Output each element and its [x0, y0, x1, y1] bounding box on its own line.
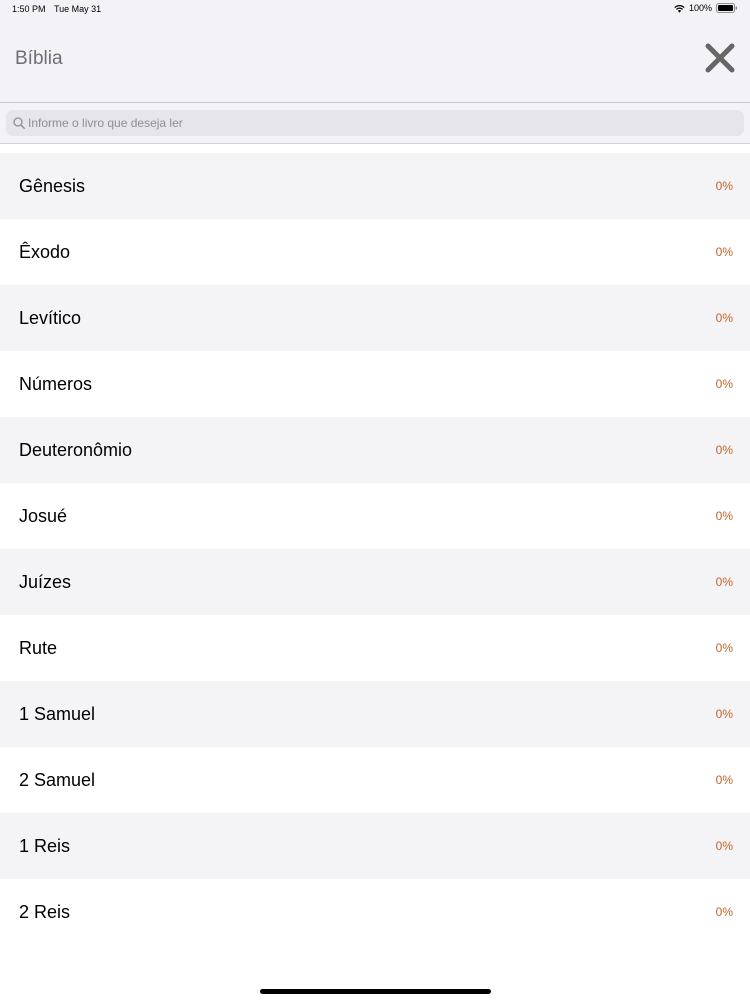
- book-row[interactable]: Levítico 0%: [0, 285, 750, 351]
- search-divider: [0, 143, 750, 144]
- book-row[interactable]: Gênesis 0%: [0, 153, 750, 219]
- book-name: Gênesis: [19, 175, 86, 196]
- book-progress: 0%: [715, 245, 733, 259]
- navigation-bar: Bíblia: [0, 18, 750, 103]
- home-indicator[interactable]: [260, 989, 491, 994]
- close-button[interactable]: [704, 42, 736, 74]
- status-indicators: 100%: [674, 3, 738, 13]
- bible-book-picker-screen: 1:50 PM Tue May 31 100% Bíblia Informe o…: [0, 0, 750, 1000]
- book-progress: 0%: [715, 509, 733, 523]
- book-name: 1 Samuel: [19, 703, 96, 724]
- book-name: Juízes: [19, 571, 72, 592]
- book-row[interactable]: Juízes 0%: [0, 549, 750, 615]
- search-field[interactable]: [6, 110, 744, 136]
- search-bar: [0, 103, 750, 143]
- book-list: Gênesis 0% Êxodo 0% Levítico 0% Números …: [0, 153, 750, 945]
- book-progress: 0%: [715, 905, 733, 919]
- book-row[interactable]: Josué 0%: [0, 483, 750, 549]
- book-progress: 0%: [715, 179, 733, 193]
- book-name: Rute: [19, 637, 58, 658]
- book-progress: 0%: [715, 641, 733, 655]
- book-progress: 0%: [715, 311, 733, 325]
- book-progress: 0%: [715, 575, 733, 589]
- book-name: Números: [19, 373, 93, 394]
- book-row[interactable]: Rute 0%: [0, 615, 750, 681]
- battery-percentage: 100%: [688, 3, 712, 13]
- book-row[interactable]: Êxodo 0%: [0, 219, 750, 285]
- wifi-icon: [674, 4, 685, 13]
- book-progress: 0%: [715, 707, 733, 721]
- search-icon: [13, 117, 25, 129]
- book-name: Êxodo: [19, 241, 71, 262]
- book-progress: 0%: [715, 773, 733, 787]
- book-progress: 0%: [715, 377, 733, 391]
- status-bar: 1:50 PM Tue May 31 100%: [0, 0, 750, 18]
- book-name: 2 Samuel: [19, 769, 96, 790]
- book-progress: 0%: [715, 839, 733, 853]
- book-name: Levítico: [19, 307, 82, 328]
- battery-icon: [716, 3, 738, 13]
- book-progress: 0%: [715, 443, 733, 457]
- book-row[interactable]: 2 Reis 0%: [0, 879, 750, 945]
- book-row[interactable]: Deuteronômio 0%: [0, 417, 750, 483]
- book-row[interactable]: 1 Reis 0%: [0, 813, 750, 879]
- book-row[interactable]: Números 0%: [0, 351, 750, 417]
- close-icon: [705, 43, 735, 73]
- book-row[interactable]: 1 Samuel 0%: [0, 681, 750, 747]
- book-row[interactable]: 2 Samuel 0%: [0, 747, 750, 813]
- page-title: Bíblia: [15, 48, 63, 69]
- book-name: Deuteronômio: [19, 439, 133, 460]
- status-time: 1:50 PM: [12, 4, 46, 14]
- status-date: Tue May 31: [54, 4, 102, 14]
- search-input[interactable]: [28, 116, 744, 130]
- book-name: 2 Reis: [19, 901, 71, 922]
- book-name: Josué: [19, 505, 68, 526]
- book-name: 1 Reis: [19, 835, 71, 856]
